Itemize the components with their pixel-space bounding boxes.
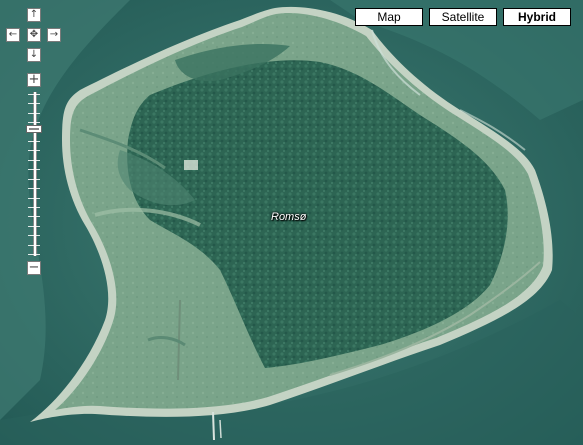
zoom-tick <box>28 197 40 199</box>
zoom-tick <box>28 178 40 180</box>
map-viewport[interactable]: Romsø <box>0 0 583 445</box>
pan-down-button[interactable]: ↓ <box>27 48 41 62</box>
arrow-left-icon: ← <box>8 29 18 40</box>
zoom-tick <box>28 159 40 161</box>
zoom-tick <box>28 112 40 114</box>
zoom-tick <box>28 254 40 255</box>
zoom-slider-handle[interactable] <box>26 125 42 134</box>
arrow-down-icon: ↓ <box>29 49 39 60</box>
pan-left-button[interactable]: ← <box>6 28 20 42</box>
zoom-tick <box>28 235 40 237</box>
arrow-right-icon: → <box>49 29 59 40</box>
place-label-romso[interactable]: Romsø <box>271 211 306 223</box>
zoom-tick <box>28 150 40 152</box>
zoom-tick <box>28 141 40 143</box>
map-type-hybrid-button[interactable]: Hybrid <box>503 8 571 26</box>
zoom-tick <box>28 216 40 218</box>
zoom-in-button[interactable]: + <box>27 73 41 87</box>
zoom-tick <box>28 206 40 208</box>
zoom-tick <box>28 94 40 95</box>
map-type-map-button[interactable]: Map <box>355 8 423 26</box>
pan-up-button[interactable]: ↑ <box>27 8 41 22</box>
zoom-tick <box>28 122 40 124</box>
recenter-button[interactable]: ✥ <box>27 28 41 42</box>
zoom-out-button[interactable]: − <box>27 261 41 275</box>
map-type-satellite-button[interactable]: Satellite <box>429 8 497 26</box>
zoom-tick <box>28 225 40 227</box>
zoom-slider-track[interactable] <box>33 92 37 256</box>
zoom-tick <box>28 244 40 246</box>
arrow-up-icon: ↑ <box>29 9 39 20</box>
zoom-tick <box>28 169 40 171</box>
pan-right-button[interactable]: → <box>47 28 61 42</box>
zoom-tick <box>28 103 40 105</box>
zoom-tick <box>28 188 40 190</box>
recenter-icon: ✥ <box>29 29 39 40</box>
